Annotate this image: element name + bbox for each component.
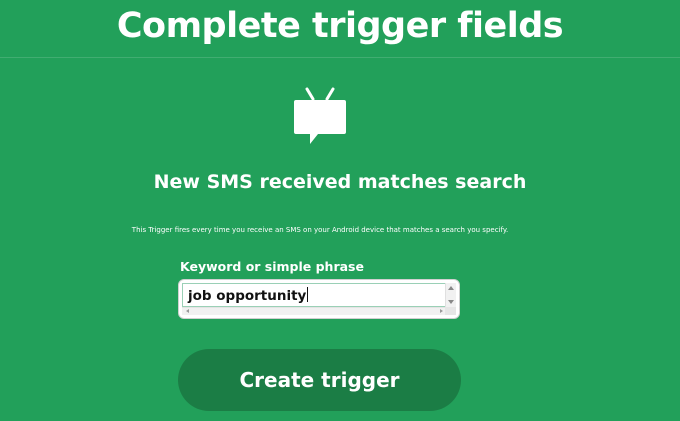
horizontal-scrollbar[interactable] <box>182 307 447 315</box>
trigger-name: New SMS received matches search <box>153 171 527 193</box>
scroll-up-arrow-icon[interactable] <box>448 286 454 290</box>
trigger-description: This Trigger fires every time you receiv… <box>131 226 509 234</box>
scroll-down-arrow-icon[interactable] <box>448 300 454 304</box>
vertical-scrollbar[interactable] <box>445 283 456 307</box>
tv-chat-icon <box>294 87 346 144</box>
keyword-textarea[interactable]: job opportunity <box>178 279 460 319</box>
resize-grip-icon[interactable] <box>445 307 456 315</box>
create-trigger-button[interactable]: Create trigger <box>178 349 461 411</box>
page-title: Complete trigger fields <box>116 6 564 46</box>
scroll-right-arrow-icon[interactable] <box>440 309 443 313</box>
keyword-input[interactable]: job opportunity <box>182 283 447 307</box>
scroll-left-arrow-icon[interactable] <box>186 309 189 313</box>
keyword-field-label: Keyword or simple phrase <box>180 259 364 274</box>
keyword-input-value: job opportunity <box>188 288 307 304</box>
header-divider <box>0 57 680 58</box>
text-caret <box>307 287 309 302</box>
trigger-fields-page: Complete trigger fields New SMS received… <box>0 0 680 421</box>
